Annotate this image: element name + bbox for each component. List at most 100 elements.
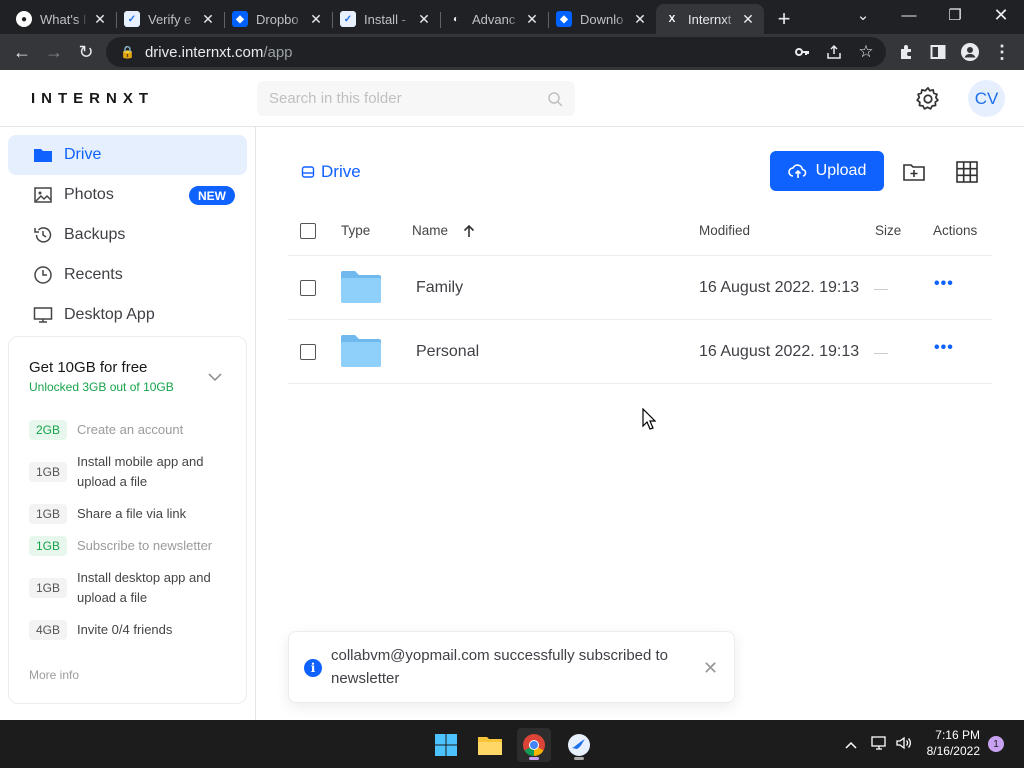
promo-task: 1GB Install desktop app and upload a file [29,568,239,608]
internxt-taskbar-icon[interactable] [562,728,596,762]
url-field[interactable]: 🔒 drive.internxt.com/app [106,37,886,67]
sidebar-item-drive[interactable]: Drive [8,135,247,175]
tab-search-icon[interactable]: ⌄ [840,0,886,30]
promo-title: Get 10GB for free [29,359,148,376]
url-host: drive.internxt.com [144,43,264,61]
side-panel-icon[interactable] [922,36,954,68]
chevron-down-icon[interactable] [207,369,223,385]
browser-tab[interactable]: ● What's I ✕ [8,4,116,34]
column-modified[interactable]: Modified [699,223,750,238]
notification-toast: i collabvm@yopmail.com successfully subs… [288,631,735,703]
tab-title: Advanc [472,11,516,27]
tab-close-icon[interactable]: ✕ [200,11,216,27]
column-name[interactable]: Name [412,223,476,238]
clock-icon [34,266,52,284]
extensions-icon[interactable] [890,36,922,68]
new-tab-button[interactable]: + [770,4,798,34]
tab-close-icon[interactable]: ✕ [416,11,432,27]
bookmark-star-icon[interactable]: ☆ [850,36,882,68]
clock-time: 7:16 PM [935,728,980,742]
volume-icon[interactable] [895,735,913,754]
sidebar-item-photos[interactable]: Photos NEW [8,175,247,215]
folder-icon [340,334,382,368]
promo-task-label: Create an account [77,422,184,437]
chrome-menu-icon[interactable]: ⋮ [986,36,1018,68]
profile-icon[interactable] [954,36,986,68]
search-input[interactable] [269,90,547,107]
column-size[interactable]: Size [875,223,901,238]
select-all-checkbox[interactable] [300,223,316,239]
sidebar-item-desktop-app[interactable]: Desktop App [8,295,247,335]
windows-start-icon[interactable] [429,728,463,762]
file-explorer-icon[interactable] [473,728,507,762]
search-box[interactable] [257,81,575,116]
row-checkbox[interactable] [300,280,316,296]
notification-count-badge[interactable]: 1 [988,736,1004,752]
forward-button[interactable]: → [38,36,70,68]
tab-close-icon[interactable]: ✕ [92,11,108,27]
tab-title: Internxt [688,11,732,27]
dropbox-icon: ◆ [556,11,572,27]
sidebar-item-recents[interactable]: Recents [8,255,247,295]
chrome-taskbar-icon[interactable] [517,728,551,762]
restore-button[interactable]: ❐ [932,0,978,30]
storage-reward-badge: 4GB [29,620,67,640]
browser-tab[interactable]: X Internxt ✕ [656,4,764,34]
close-icon[interactable]: ✕ [703,658,718,679]
sidebar-item-label: Drive [64,146,102,163]
tab-close-icon[interactable]: ✕ [740,11,756,27]
file-name[interactable]: Personal [416,343,479,361]
column-type[interactable]: Type [341,223,370,238]
sidebar-item-label: Desktop App [64,306,155,323]
share-icon[interactable] [818,36,850,68]
info-icon: i [304,659,322,677]
tab-close-icon[interactable]: ✕ [632,11,648,27]
settings-gear-icon[interactable] [914,85,942,113]
sidebar: Drive Photos NEW Backups Recents Desktop… [0,127,256,720]
minimize-button[interactable]: — [886,0,932,30]
more-info-link[interactable]: More info [29,668,79,682]
close-window-button[interactable]: ✕ [978,0,1024,30]
system-clock[interactable]: 7:16 PM 8/16/2022 [920,727,980,759]
tab-close-icon[interactable]: ✕ [308,11,324,27]
modified-date: 16 August 2022. 19:13 [699,343,860,360]
tab-title: Downlo [580,11,624,27]
browser-tab[interactable]: ◆ Dropbo ✕ [224,4,332,34]
url-path: /app [263,43,293,61]
reload-button[interactable]: ↻ [70,36,102,68]
tab-title: Install - [364,11,406,27]
network-icon[interactable] [871,735,889,754]
file-name[interactable]: Family [416,279,463,297]
row-actions-menu-icon[interactable]: ••• [934,275,954,293]
upload-button[interactable]: Upload [770,151,884,191]
browser-tab[interactable]: ✓ Install - ✕ [332,4,440,34]
header-divider [288,255,992,256]
tab-close-icon[interactable]: ✕ [524,11,540,27]
tab-list: ● What's I ✕ ✓ Verify e ✕ ◆ Dropbo ✕ ✓ Install - ✕ ◐… [8,4,764,34]
key-icon[interactable] [786,36,818,68]
back-button[interactable]: ← [6,36,38,68]
new-folder-icon[interactable] [902,160,926,184]
row-actions-menu-icon[interactable]: ••• [934,339,954,357]
breadcrumb[interactable]: Drive [301,162,361,182]
promo-subtitle: Unlocked 3GB out of 10GB [29,380,174,394]
desktop-icon [33,307,53,323]
folder-icon [34,149,52,162]
dropbox-icon: ◆ [232,11,248,27]
row-checkbox[interactable] [300,344,316,360]
active-app-indicator [529,757,539,760]
internxt-x-icon: X [668,13,676,25]
file-size: — [874,280,888,296]
browser-tab[interactable]: ◆ Downlo ✕ [548,4,656,34]
browser-tab[interactable]: ✓ Verify e ✕ [116,4,224,34]
browser-tab[interactable]: ◐ Advanc ✕ [440,4,548,34]
grid-view-icon[interactable] [955,160,979,184]
promo-task-label: Subscribe to newsletter [77,538,213,553]
internxt-bird-icon: ✓ [124,11,140,27]
sidebar-item-backups[interactable]: Backups [8,215,247,255]
promo-task-label: Invite 0/4 friends [77,622,173,637]
sidebar-item-label: Photos [64,186,114,203]
app-header: INTERNXT CV [0,70,1024,127]
user-avatar[interactable]: CV [968,80,1005,117]
tray-chevron-up-icon[interactable] [845,736,857,752]
